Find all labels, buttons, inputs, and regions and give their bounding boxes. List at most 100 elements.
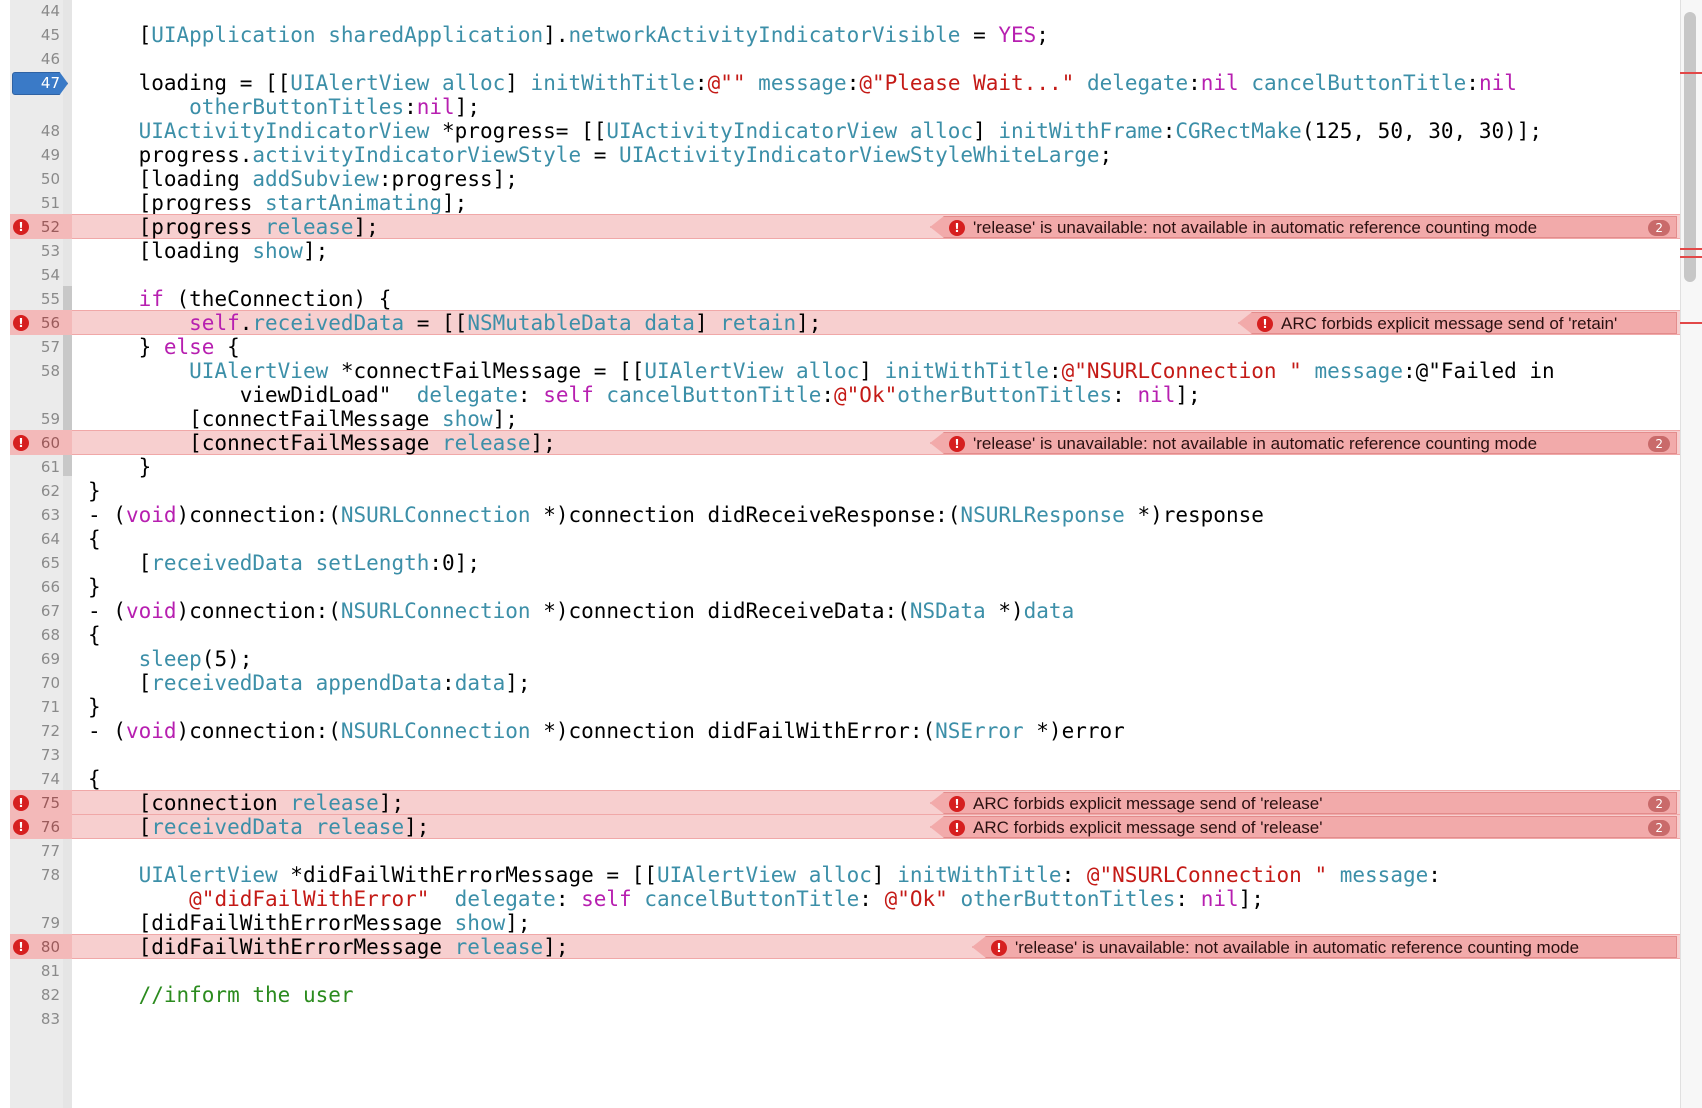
code-line[interactable]: 70 [receivedData appendData:data]; <box>0 670 1680 696</box>
code-line[interactable]: 68 { <box>0 622 1680 648</box>
code-text[interactable]: [connection release]; <box>88 790 405 816</box>
code-line[interactable]: ! 76 [receivedData release]; ! ARC forbids … <box>0 814 1680 840</box>
scrollbar-thumb[interactable] <box>1684 12 1696 282</box>
scrollbar-error-marker[interactable] <box>1680 248 1702 250</box>
error-message-text: 'release' is unavailable: not available … <box>973 434 1538 453</box>
code-text[interactable]: [connectFailMessage release]; <box>88 430 556 456</box>
code-text[interactable]: [connectFailMessage show]; <box>88 406 518 432</box>
code-line[interactable]: 59 [connectFailMessage show]; <box>0 406 1680 432</box>
code-line[interactable]: @"didFailWithError" delegate: self cance… <box>0 886 1680 912</box>
line-number: 80 <box>40 938 60 956</box>
code-text[interactable]: [receivedData release]; <box>88 814 430 840</box>
error-message-bubble[interactable]: ! ARC forbids explicit message send of 'r… <box>930 816 1677 838</box>
code-text[interactable]: [loading show]; <box>88 238 329 264</box>
code-line[interactable]: 50 [loading addSubview:progress]; <box>0 166 1680 192</box>
code-line[interactable]: ! 75 [connection release]; ! ARC forbids ex… <box>0 790 1680 816</box>
scrollbar-error-marker[interactable] <box>1680 256 1702 258</box>
code-text[interactable]: sleep(5); <box>88 646 253 672</box>
code-text[interactable]: { <box>88 622 101 648</box>
code-line[interactable]: 62} <box>0 478 1680 504</box>
code-text[interactable]: - (void)connection:(NSURLConnection *)co… <box>88 502 1264 528</box>
code-line[interactable]: 72 - (void)connection:(NSURLConnection *)… <box>0 718 1680 744</box>
code-line[interactable]: 67 - (void)connection:(NSURLConnection *)… <box>0 598 1680 624</box>
code-text[interactable]: [receivedData setLength:0]; <box>88 550 480 576</box>
code-text[interactable]: { <box>88 526 101 552</box>
code-text[interactable]: [didFailWithErrorMessage release]; <box>88 934 569 960</box>
error-message-bubble[interactable]: ! ARC forbids explicit message send of 'r… <box>1238 312 1677 334</box>
code-line[interactable]: 54 <box>0 262 1680 288</box>
error-message-bubble[interactable]: ! 'release' is unavailable: not available… <box>972 936 1677 958</box>
code-text[interactable]: [UIApplication sharedApplication].networ… <box>88 22 1049 48</box>
code-text[interactable]: if (theConnection) { <box>88 286 392 312</box>
code-line[interactable]: 63 - (void)connection:(NSURLConnection *)… <box>0 502 1680 528</box>
scrollbar-error-marker[interactable] <box>1680 72 1702 74</box>
code-text[interactable]: - (void)connection:(NSURLConnection *)co… <box>88 718 1125 744</box>
code-line[interactable]: 44 <box>0 0 1680 24</box>
code-text[interactable]: { <box>88 766 101 792</box>
code-line[interactable]: 73 <box>0 742 1680 768</box>
code-text[interactable]: } <box>88 478 101 504</box>
code-line[interactable]: 65 [receivedData setLength:0]; <box>0 550 1680 576</box>
error-count-badge[interactable]: 2 <box>1648 220 1670 236</box>
code-text[interactable]: UIAlertView *connectFailMessage = [[UIAl… <box>88 358 1555 384</box>
code-text[interactable]: @"didFailWithError" delegate: self cance… <box>88 886 1264 912</box>
line-number: 82 <box>40 986 60 1004</box>
code-line[interactable]: 48 UIActivityIndicatorView *progress= [[… <box>0 118 1680 144</box>
code-text[interactable]: } <box>88 454 152 480</box>
code-line[interactable]: 49 progress.activityIndicatorViewStyle =… <box>0 142 1680 168</box>
code-line[interactable]: 45 [UIApplication sharedApplication].net… <box>0 22 1680 48</box>
code-text[interactable]: [progress release]; <box>88 214 379 240</box>
error-count-badge[interactable]: 2 <box>1648 436 1670 452</box>
code-text[interactable]: progress.activityIndicatorViewStyle = UI… <box>88 142 1113 168</box>
line-number: 70 <box>40 674 60 692</box>
code-line[interactable]: 46 <box>0 46 1680 72</box>
code-text[interactable]: [loading addSubview:progress]; <box>88 166 518 192</box>
line-number: 64 <box>40 530 60 548</box>
code-line[interactable]: 58 UIAlertView *connectFailMessage = [[U… <box>0 358 1680 384</box>
code-line[interactable]: otherButtonTitles:nil]; <box>0 94 1680 120</box>
code-line[interactable]: 74 { <box>0 766 1680 792</box>
error-count-badge[interactable]: 2 <box>1648 796 1670 812</box>
code-text[interactable]: loading = [[UIAlertView alloc] initWithT… <box>88 70 1517 96</box>
code-line[interactable]: viewDidLoad" delegate: self cancelButton… <box>0 382 1680 408</box>
code-text[interactable]: [didFailWithErrorMessage show]; <box>88 910 531 936</box>
code-line[interactable]: 61 } <box>0 454 1680 480</box>
code-text[interactable]: UIActivityIndicatorView *progress= [[UIA… <box>88 118 1542 144</box>
code-line[interactable]: ! 60 [connectFailMessage release]; ! 'relea… <box>0 430 1680 456</box>
code-line[interactable]: ! 56 self.receivedData = [[NSMutableData … <box>0 310 1680 336</box>
code-text[interactable]: //inform the user <box>88 982 354 1008</box>
code-line[interactable]: 69 sleep(5); <box>0 646 1680 672</box>
code-text[interactable]: [progress startAnimating]; <box>88 190 468 216</box>
code-text[interactable]: self.receivedData = [[NSMutableData data… <box>88 310 821 336</box>
scrollbar-error-marker[interactable] <box>1680 322 1702 324</box>
code-text[interactable]: } else { <box>88 334 240 360</box>
error-message-bubble[interactable]: ! 'release' is unavailable: not available… <box>930 216 1677 238</box>
code-text[interactable]: UIAlertView *didFailWithErrorMessage = [… <box>88 862 1441 888</box>
error-message-bubble[interactable]: ! ARC forbids explicit message send of 'r… <box>930 792 1677 814</box>
code-text[interactable]: [receivedData appendData:data]; <box>88 670 531 696</box>
code-line[interactable]: ! 80 [didFailWithErrorMessage release]; ! '… <box>0 934 1680 960</box>
error-message-bubble[interactable]: ! 'release' is unavailable: not available… <box>930 432 1677 454</box>
code-line[interactable]: 77 <box>0 838 1680 864</box>
code-text[interactable]: - (void)connection:(NSURLConnection *)co… <box>88 598 1074 624</box>
code-text[interactable]: } <box>88 574 101 600</box>
code-line[interactable]: 79 [didFailWithErrorMessage show]; <box>0 910 1680 936</box>
code-line[interactable]: 82 //inform the user <box>0 982 1680 1008</box>
code-line[interactable]: 71} <box>0 694 1680 720</box>
code-line[interactable]: ! 52 [progress release]; ! 'release' is una… <box>0 214 1680 240</box>
code-line[interactable]: 53 [loading show]; <box>0 238 1680 264</box>
code-line[interactable]: 57 } else { <box>0 334 1680 360</box>
code-text[interactable]: viewDidLoad" delegate: self cancelButton… <box>88 382 1201 408</box>
code-line[interactable]: 78 UIAlertView *didFailWithErrorMessage … <box>0 862 1680 888</box>
code-line[interactable]: 47 loading = [[UIAlertView alloc] initWi… <box>0 70 1680 96</box>
code-line[interactable]: 64 { <box>0 526 1680 552</box>
code-text[interactable]: } <box>88 694 101 720</box>
line-number: 51 <box>40 194 60 212</box>
code-text[interactable]: otherButtonTitles:nil]; <box>88 94 480 120</box>
code-line[interactable]: 83 <box>0 1006 1680 1032</box>
code-line[interactable]: 55 if (theConnection) { <box>0 286 1680 312</box>
code-line[interactable]: 66} <box>0 574 1680 600</box>
code-line[interactable]: 51 [progress startAnimating]; <box>0 190 1680 216</box>
code-line[interactable]: 81 <box>0 958 1680 984</box>
error-count-badge[interactable]: 2 <box>1648 820 1670 836</box>
